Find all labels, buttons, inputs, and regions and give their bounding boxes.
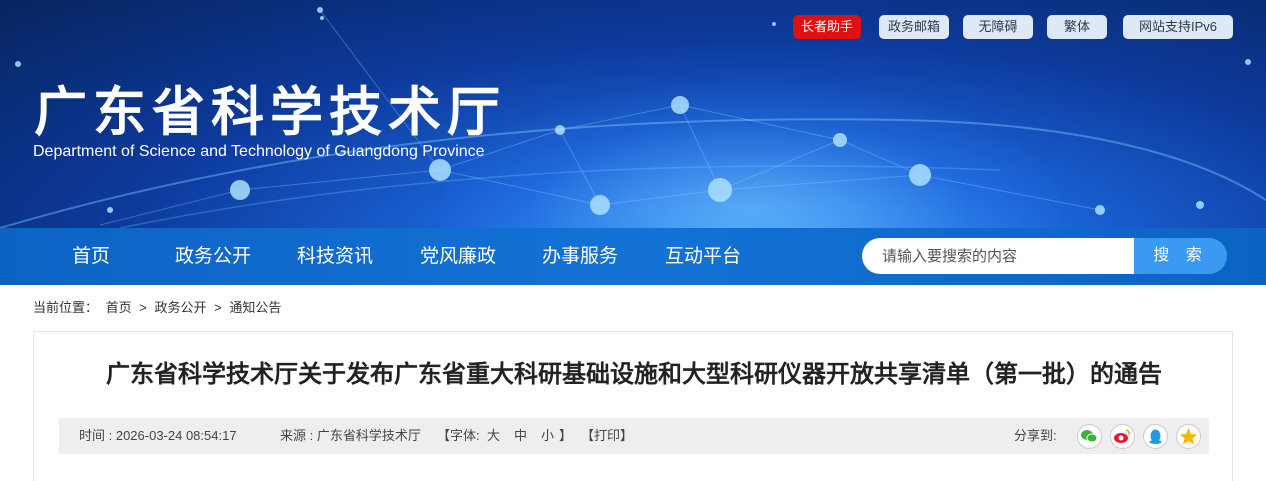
font-size-small[interactable]: 小 xyxy=(541,418,554,454)
search-button[interactable]: 搜 索 xyxy=(1134,238,1227,274)
article-title: 广东省科学技术厅关于发布广东省重大科研基础设施和大型科研仪器开放共享清单（第一批… xyxy=(106,360,1162,388)
elder-assistant-button[interactable]: 长者助手 xyxy=(793,15,861,39)
nav-item-tech-news[interactable]: 科技资讯 xyxy=(297,228,373,285)
breadcrumb-separator: > xyxy=(214,300,222,315)
qzone-icon[interactable] xyxy=(1176,424,1201,449)
breadcrumb: 当前位置： 首页 > 政务公开 > 通知公告 xyxy=(33,297,285,316)
wechat-icon[interactable] xyxy=(1077,424,1102,449)
qq-icon[interactable] xyxy=(1143,424,1168,449)
share-label: 分享到: xyxy=(1014,428,1057,443)
site-subtitle: Department of Science and Technology of … xyxy=(33,143,485,160)
traditional-chinese-button[interactable]: 繁体 xyxy=(1047,15,1107,39)
font-size-medium[interactable]: 中 xyxy=(514,418,527,454)
nav-item-interaction[interactable]: 互动平台 xyxy=(665,228,741,285)
breadcrumb-item-notices[interactable]: 通知公告 xyxy=(229,300,281,315)
header-banner: 广东省科学技术厅 Department of Science and Techn… xyxy=(0,0,1266,228)
ipv6-support-button[interactable]: 网站支持IPv6 xyxy=(1123,15,1233,39)
breadcrumb-item-home[interactable]: 首页 xyxy=(106,300,132,315)
nav-item-party-integrity[interactable]: 党风廉政 xyxy=(420,228,496,285)
breadcrumb-prefix: 当前位置： xyxy=(33,300,99,315)
font-size-label: 【字体: xyxy=(437,428,480,443)
article-panel: 广东省科学技术厅关于发布广东省重大科研基础设施和大型科研仪器开放共享清单（第一批… xyxy=(33,331,1233,481)
article-source: 来源 : 广东省科学技术厅 xyxy=(280,428,421,443)
breadcrumb-item-gov-affairs[interactable]: 政务公开 xyxy=(155,300,207,315)
search-box xyxy=(862,238,1134,274)
font-size-close: 】 xyxy=(559,428,573,443)
nav-item-gov-affairs[interactable]: 政务公开 xyxy=(175,228,251,285)
site-title: 广东省科学技术厅 xyxy=(34,82,506,143)
publish-time: 时间 : 2026-03-24 08:54:17 xyxy=(79,428,237,443)
font-size-large[interactable]: 大 xyxy=(487,418,500,454)
nav-item-services[interactable]: 办事服务 xyxy=(542,228,618,285)
accessibility-button[interactable]: 无障碍 xyxy=(963,15,1033,39)
print-button[interactable]: 【打印】 xyxy=(581,418,633,454)
breadcrumb-separator: > xyxy=(139,300,147,315)
article-meta-bar: 时间 : 2026-03-24 08:54:17 来源 : 广东省科学技术厅 【… xyxy=(59,418,1209,454)
search-input[interactable] xyxy=(882,238,1132,274)
weibo-icon[interactable] xyxy=(1110,424,1135,449)
nav-item-home[interactable]: 首页 xyxy=(72,228,110,285)
gov-mail-button[interactable]: 政务邮箱 xyxy=(879,15,949,39)
